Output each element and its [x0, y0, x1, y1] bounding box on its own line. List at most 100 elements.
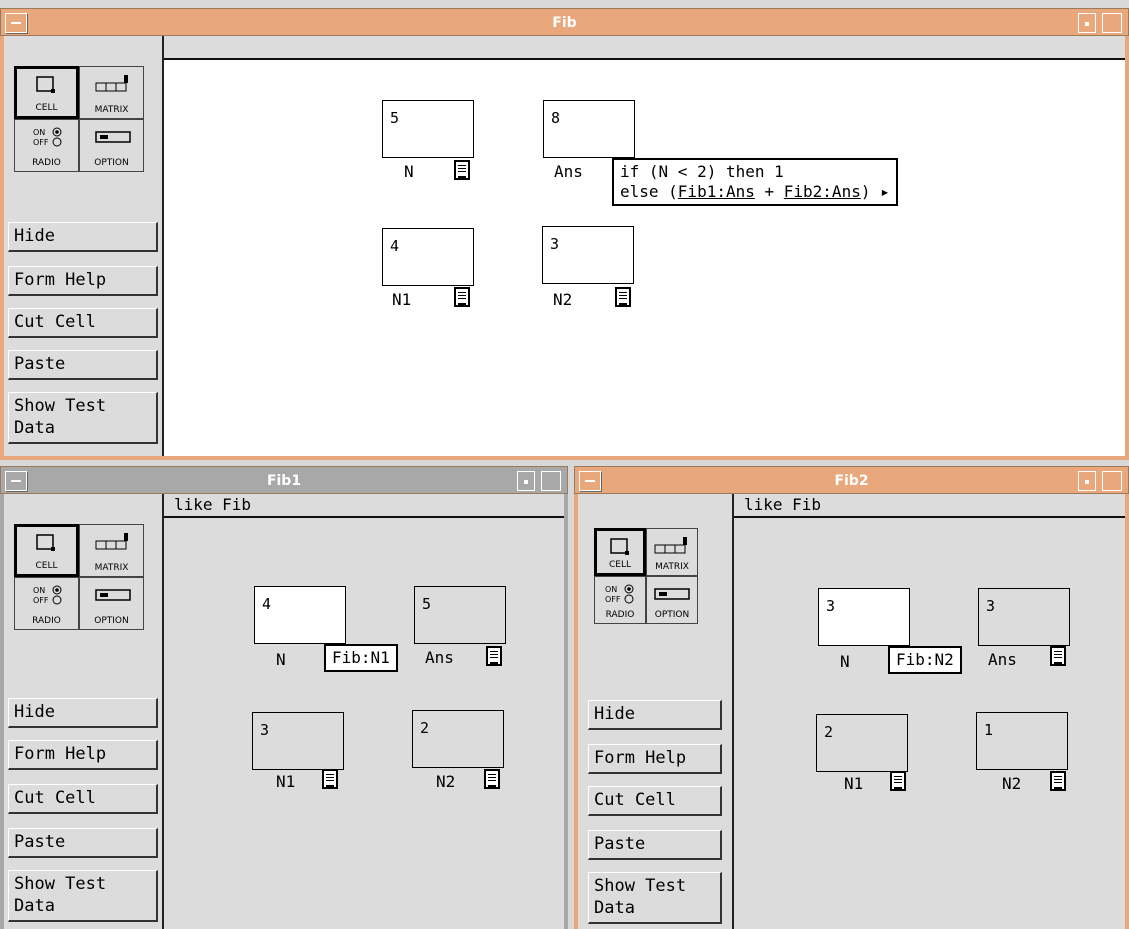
form-help-button[interactable]: Form Help — [8, 740, 158, 770]
cell-n2[interactable]: 3 — [542, 226, 634, 284]
cell-ans-label: Ans — [988, 650, 1017, 669]
palette-matrix[interactable]: MATRIX — [79, 66, 144, 119]
formula-icon[interactable] — [615, 287, 631, 307]
cell-n[interactable]: 3 — [818, 588, 910, 646]
svg-text:ON: ON — [33, 128, 45, 137]
cell-n[interactable]: 5 — [382, 100, 474, 158]
cell-n[interactable]: 4 — [254, 586, 346, 644]
palette-radio[interactable]: ON OFF RADIO — [594, 576, 646, 624]
svg-text:OFF: OFF — [33, 138, 49, 147]
window-title: Fib1 — [266, 473, 302, 489]
formula-icon[interactable] — [890, 771, 906, 791]
formula-popup[interactable]: if (N < 2) then 1 else (Fib1:Ans + Fib2:… — [612, 158, 898, 206]
hide-button[interactable]: Hide — [8, 222, 158, 252]
maximize-icon[interactable] — [541, 471, 561, 491]
show-test-data-button[interactable]: Show Test Data — [588, 872, 722, 924]
left-panel: CELL MATRIX ON OFF RADIO OPTION Hide Form… — [578, 494, 734, 929]
show-test-data-button[interactable]: Show Test Data — [8, 870, 158, 922]
palette-cell[interactable]: CELL — [594, 528, 646, 576]
palette-radio-label: RADIO — [605, 610, 635, 620]
window-fib2: Fib2 CELL MATRIX ON OFF RADIO OPTION Hid… — [574, 466, 1129, 929]
formula-close: ) — [860, 182, 871, 201]
palette-option[interactable]: OPTION — [79, 119, 144, 172]
palette-cell[interactable]: CELL — [14, 524, 79, 577]
hide-button[interactable]: Hide — [8, 698, 158, 728]
minimize-icon[interactable] — [1078, 13, 1096, 33]
palette-radio[interactable]: ON OFF RADIO — [14, 577, 79, 630]
form-help-button[interactable]: Form Help — [8, 266, 158, 296]
reference-popup[interactable]: Fib:N1 — [324, 644, 398, 672]
cell-n1-label: N1 — [392, 290, 412, 309]
formula-icon[interactable] — [1050, 771, 1066, 791]
palette-cell[interactable]: CELL — [14, 66, 79, 119]
paste-button[interactable]: Paste — [588, 830, 722, 860]
window-title: Fib — [552, 15, 577, 31]
paste-button[interactable]: Paste — [8, 350, 158, 380]
palette-option[interactable]: OPTION — [79, 577, 144, 630]
form-help-button[interactable]: Form Help — [588, 744, 722, 774]
cell-icon — [36, 76, 55, 93]
matrix-icon — [95, 533, 128, 550]
formula-icon[interactable] — [454, 287, 470, 307]
formula-icon[interactable] — [486, 646, 502, 666]
cell-palette: CELL MATRIX ON OFF RADIO OPTION — [14, 524, 144, 630]
cut-cell-button[interactable]: Cut Cell — [588, 786, 722, 816]
cell-n2[interactable]: 2 — [412, 710, 504, 768]
palette-radio-label: RADIO — [32, 616, 61, 626]
formula-icon[interactable] — [454, 160, 470, 180]
cell-n1[interactable]: 4 — [382, 228, 474, 286]
palette-option[interactable]: OPTION — [646, 576, 698, 624]
form-canvas[interactable]: 3 N Fib:N2 3 Ans 2 N1 1 N2 — [734, 518, 1125, 929]
cell-ans[interactable]: 3 — [978, 588, 1070, 646]
cut-cell-button[interactable]: Cut Cell — [8, 784, 158, 814]
palette-matrix-label: MATRIX — [655, 562, 689, 572]
svg-text:OFF: OFF — [33, 596, 49, 605]
arrow-right-icon[interactable]: ▸ — [880, 182, 890, 201]
formula-ref-fib1-ans[interactable]: Fib1:Ans — [678, 182, 755, 201]
hide-button[interactable]: Hide — [588, 700, 722, 730]
palette-cell-label: CELL — [35, 561, 58, 571]
cell-ans[interactable]: 5 — [414, 586, 506, 644]
svg-text:OFF: OFF — [605, 595, 621, 604]
option-icon — [95, 589, 131, 601]
cell-n2-label: N2 — [436, 772, 456, 791]
matrix-icon — [95, 75, 128, 92]
left-panel: CELL MATRIX ON OFF RADIO OPTION Hide Form… — [4, 36, 164, 456]
window-fib1: Fib1 CELL MATRIX ON OFF RADIO OPTION Hid… — [0, 466, 568, 929]
palette-matrix[interactable]: MATRIX — [646, 528, 698, 576]
formula-icon[interactable] — [484, 769, 500, 789]
svg-text:ON: ON — [605, 585, 617, 594]
cell-n2[interactable]: 1 — [976, 712, 1068, 770]
palette-cell-label: CELL — [609, 560, 631, 570]
cell-n1[interactable]: 2 — [816, 714, 908, 772]
maximize-icon[interactable] — [1102, 13, 1122, 33]
radio-icon: ONOFF — [33, 127, 62, 147]
cell-ans[interactable]: 8 — [543, 100, 635, 158]
cell-n1[interactable]: 3 — [252, 712, 344, 770]
left-panel: CELL MATRIX ON OFF RADIO OPTION Hide Form… — [4, 494, 164, 929]
minimize-icon[interactable] — [1078, 471, 1096, 491]
palette-matrix[interactable]: MATRIX — [79, 524, 144, 577]
formula-icon[interactable] — [1050, 646, 1066, 666]
formula-ref-fib2-ans[interactable]: Fib2:Ans — [784, 182, 861, 201]
formula-icon[interactable] — [322, 769, 338, 789]
maximize-icon[interactable] — [1102, 471, 1122, 491]
paste-button[interactable]: Paste — [8, 828, 158, 858]
palette-radio[interactable]: ON OFF RADIO — [14, 119, 79, 172]
titlebar-fib2[interactable]: Fib2 — [574, 466, 1129, 494]
show-test-data-button[interactable]: Show Test Data — [8, 392, 158, 444]
cell-palette: CELL MATRIX ON OFF RADIO OPTION — [14, 66, 144, 172]
reference-popup[interactable]: Fib:N2 — [888, 646, 962, 674]
titlebar-fib[interactable]: Fib — [0, 8, 1129, 36]
minimize-icon[interactable] — [517, 471, 535, 491]
titlebar-fib1[interactable]: Fib1 — [0, 466, 568, 494]
cell-n1-label: N1 — [276, 772, 296, 791]
form-header — [164, 36, 1125, 60]
palette-option-label: OPTION — [94, 158, 129, 168]
form-canvas[interactable]: 4 N Fib:N1 5 Ans 3 N1 2 N2 — [164, 518, 564, 929]
svg-text:ON: ON — [33, 586, 45, 595]
window-fib: Fib CELL MATRIX ON OFF RADIO OPTION Hide… — [0, 8, 1129, 460]
radio-icon: ONOFF — [605, 584, 634, 604]
cut-cell-button[interactable]: Cut Cell — [8, 308, 158, 338]
form-canvas[interactable]: 5 N 8 Ans if (N < 2) then 1 else (Fib1:A… — [164, 60, 1125, 456]
